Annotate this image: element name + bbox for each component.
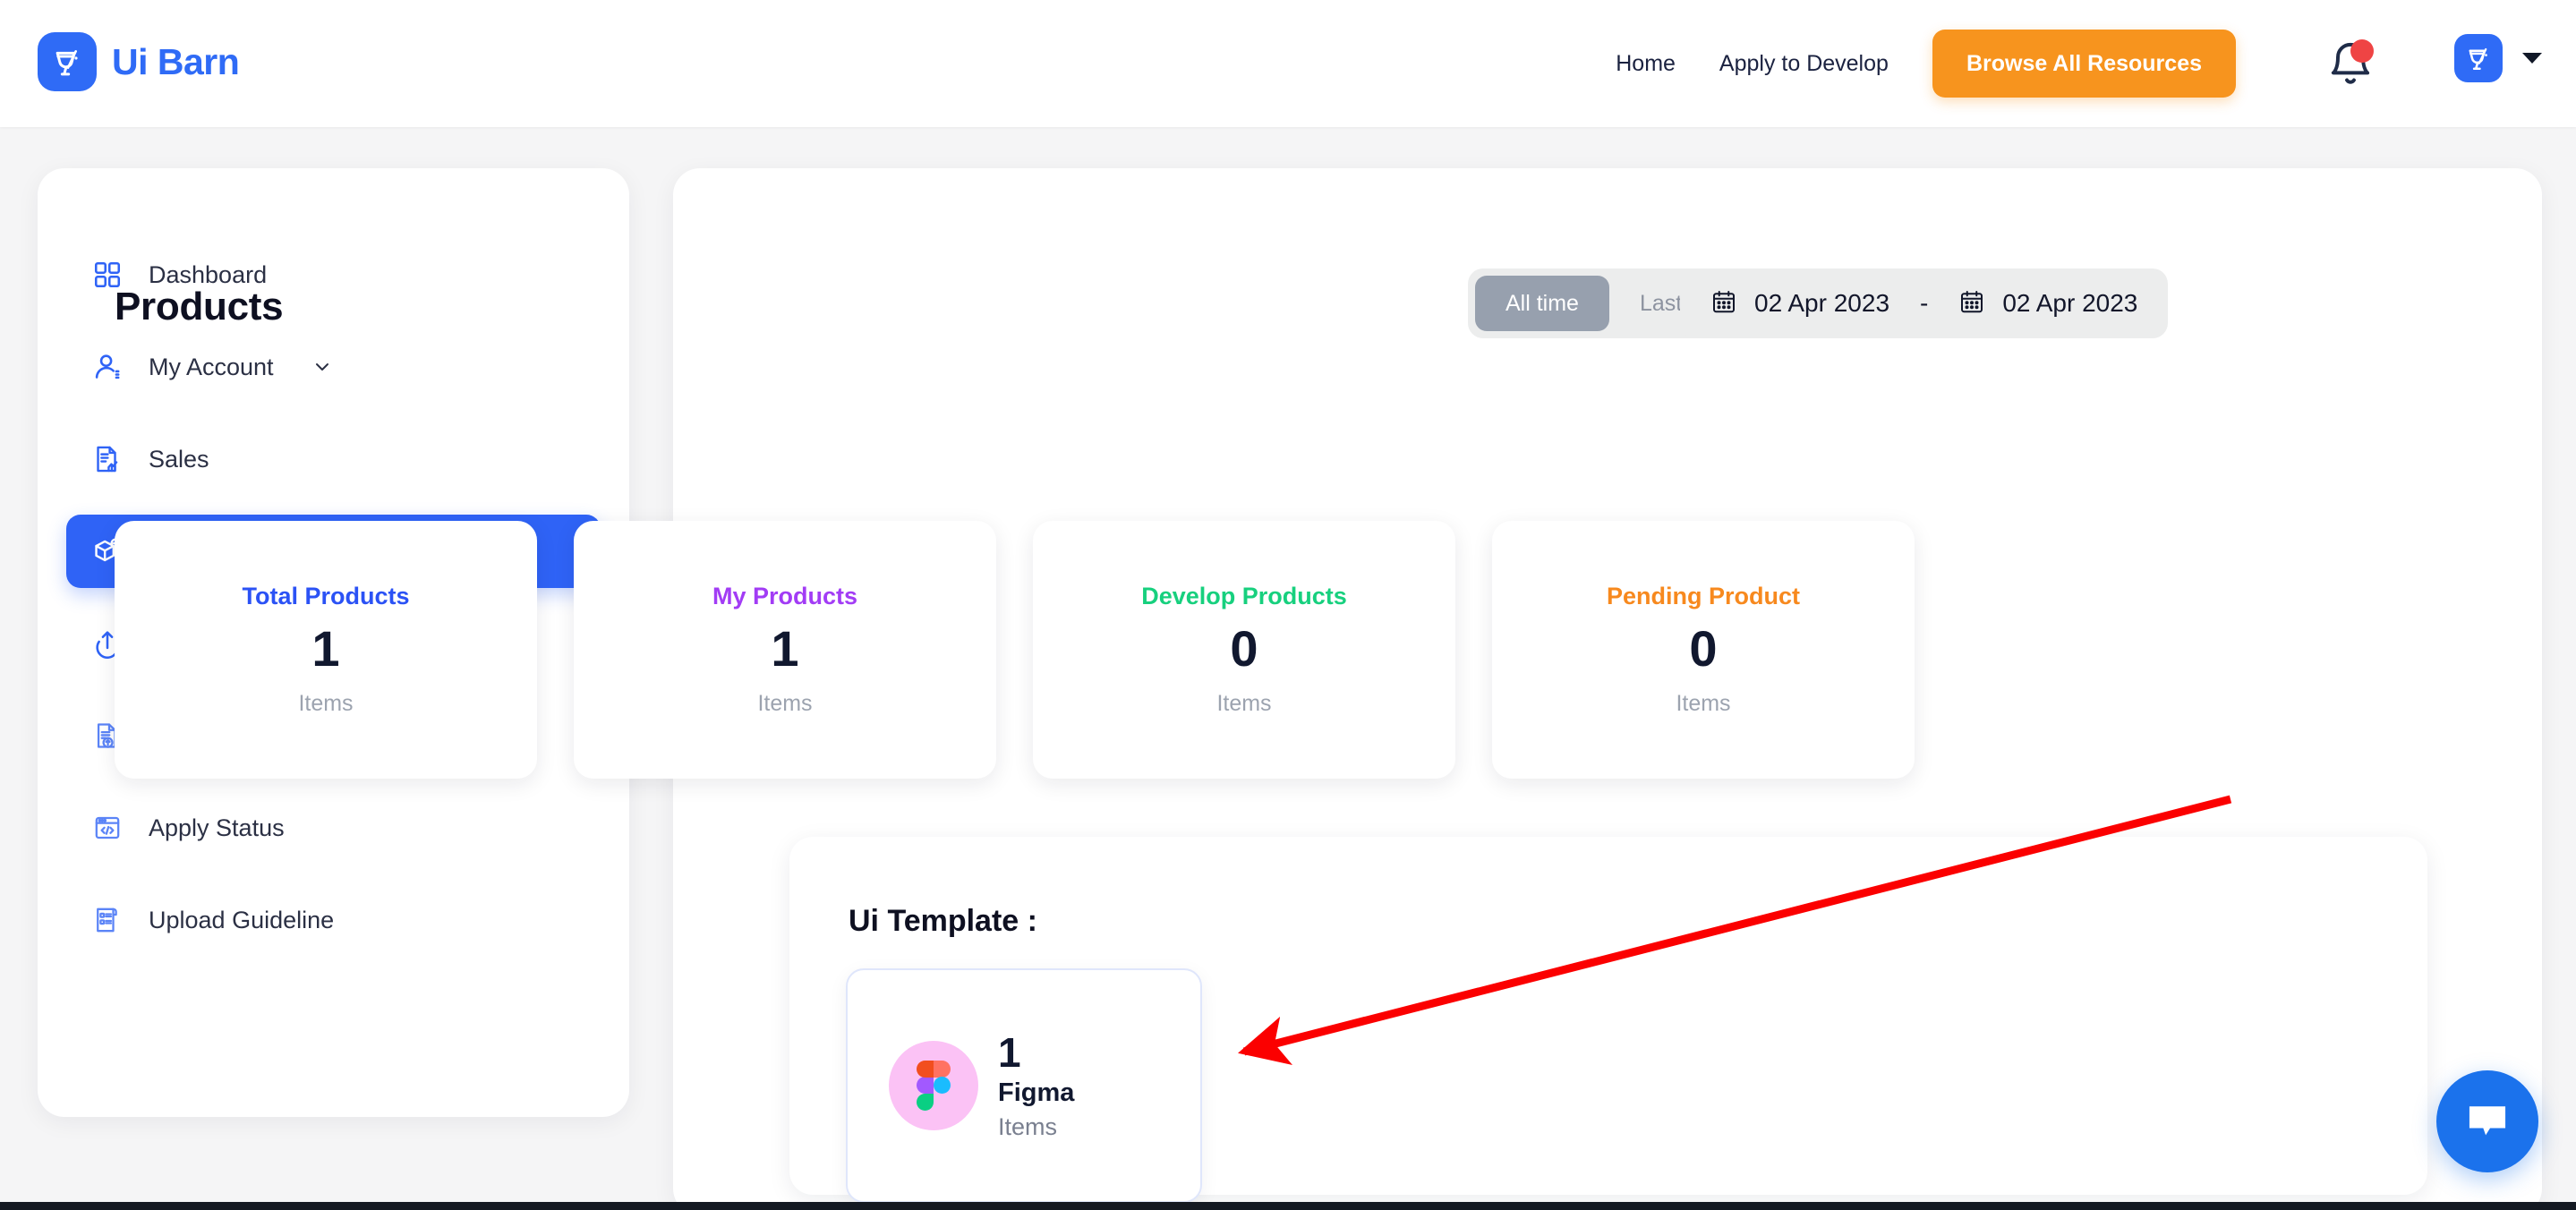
sidebar-item-upload-guideline[interactable]: Upload Guideline bbox=[66, 883, 601, 957]
date-end[interactable]: 02 Apr 2023 bbox=[1958, 288, 2137, 320]
app-root: Ui Barn Home Apply to Develop Browse All… bbox=[0, 0, 2576, 1210]
stat-card-develop-products[interactable]: Develop Products 0 Items bbox=[1033, 521, 1455, 779]
figma-info: 1 Figma Items bbox=[998, 1030, 1074, 1142]
sidebar-item-my-account[interactable]: My Account bbox=[66, 330, 601, 404]
notification-badge bbox=[2350, 39, 2374, 63]
stat-card-my-products[interactable]: My Products 1 Items bbox=[574, 521, 996, 779]
window-bottom-edge bbox=[0, 1202, 2576, 1210]
stat-value: 1 bbox=[311, 619, 340, 677]
stat-unit: Items bbox=[1676, 691, 1731, 717]
chevron-down-icon[interactable] bbox=[311, 356, 333, 378]
date-start[interactable]: 02 Apr 2023 bbox=[1710, 288, 1889, 320]
stat-value: 1 bbox=[771, 619, 799, 677]
stat-label: Total Products bbox=[242, 582, 410, 609]
chat-bubble-icon bbox=[2469, 1106, 2506, 1136]
nav-home[interactable]: Home bbox=[1616, 51, 1676, 77]
calendar-icon bbox=[1710, 288, 1737, 320]
stat-unit: Items bbox=[757, 691, 813, 717]
brand-logo[interactable]: Ui Barn bbox=[38, 32, 240, 91]
sidebar-item-label: Upload Guideline bbox=[149, 906, 335, 933]
notifications-button[interactable] bbox=[2325, 39, 2376, 89]
sidebar-item-sales[interactable]: Sales bbox=[66, 422, 601, 496]
tab-all-time[interactable]: All time bbox=[1475, 276, 1609, 331]
figma-name: Figma bbox=[998, 1078, 1075, 1108]
user-account-icon bbox=[90, 349, 125, 385]
user-menu[interactable] bbox=[2454, 34, 2542, 82]
code-window-icon bbox=[90, 810, 125, 846]
sidebar-item-apply-status[interactable]: Apply Status bbox=[66, 791, 601, 865]
cocktail-glass-logo-icon bbox=[38, 32, 97, 91]
date-range-separator: - bbox=[1920, 289, 1929, 317]
chevron-down-icon[interactable] bbox=[2522, 53, 2542, 64]
stat-label: My Products bbox=[712, 582, 858, 609]
ui-template-title: Ui Template : bbox=[849, 904, 1037, 938]
template-card-figma[interactable]: 1 Figma Items bbox=[846, 968, 1202, 1203]
figma-count: 1 bbox=[998, 1028, 1021, 1076]
browse-all-resources-button[interactable]: Browse All Resources bbox=[1932, 30, 2236, 98]
stat-value: 0 bbox=[1689, 619, 1718, 677]
figma-unit: Items bbox=[998, 1113, 1058, 1141]
date-range-picker: 02 Apr 2023 - 02 Apr 2023 bbox=[1680, 268, 2169, 338]
stat-label: Pending Product bbox=[1607, 582, 1800, 609]
scroll-checklist-icon bbox=[90, 902, 125, 938]
figma-logo-icon bbox=[889, 1041, 978, 1130]
stat-card-pending-product[interactable]: Pending Product 0 Items bbox=[1492, 521, 1915, 779]
nav-apply-to-develop[interactable]: Apply to Develop bbox=[1719, 51, 1889, 77]
sales-report-icon bbox=[90, 441, 125, 477]
stat-card-total-products[interactable]: Total Products 1 Items bbox=[115, 521, 537, 779]
date-end-text: 02 Apr 2023 bbox=[2002, 289, 2138, 317]
brand-name: Ui Barn bbox=[112, 40, 240, 82]
date-start-text: 02 Apr 2023 bbox=[1754, 289, 1890, 317]
stat-value: 0 bbox=[1230, 619, 1258, 677]
chat-widget-button[interactable] bbox=[2436, 1070, 2538, 1172]
calendar-icon bbox=[1958, 288, 1985, 320]
sidebar-item-label: Apply Status bbox=[149, 814, 285, 841]
stat-unit: Items bbox=[298, 691, 354, 717]
stat-unit: Items bbox=[1216, 691, 1272, 717]
stat-label: Develop Products bbox=[1141, 582, 1347, 609]
stats-row: Total Products 1 Items My Products 1 Ite… bbox=[115, 521, 1915, 779]
header-nav: Home Apply to Develop Browse All Resourc… bbox=[1616, 0, 2236, 127]
sidebar-item-label: Sales bbox=[149, 445, 209, 473]
page-title: Products bbox=[115, 285, 284, 328]
avatar[interactable] bbox=[2454, 34, 2503, 82]
top-header: Ui Barn Home Apply to Develop Browse All… bbox=[0, 0, 2576, 127]
sidebar-item-label: My Account bbox=[149, 353, 274, 380]
